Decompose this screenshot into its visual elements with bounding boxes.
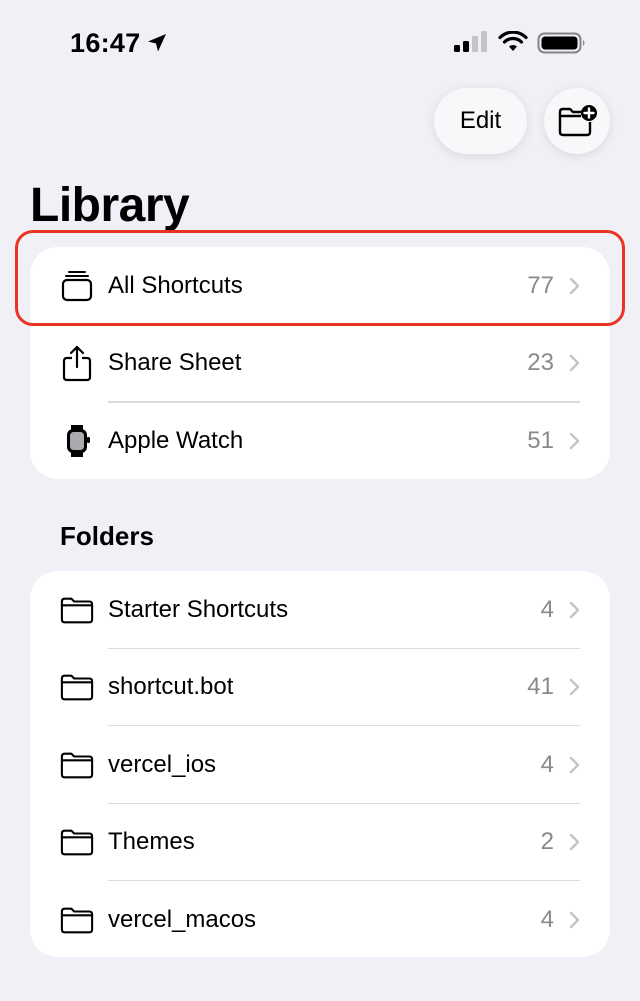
row-label: shortcut.bot (108, 673, 234, 701)
status-time: 16:47 (70, 28, 141, 58)
row-count: 41 (527, 673, 554, 701)
battery-icon (537, 32, 585, 54)
cellular-signal-icon (454, 31, 487, 52)
row-label: vercel_macos (108, 905, 257, 933)
page-title: Library (30, 179, 190, 232)
row-count: 77 (527, 271, 554, 299)
row-label: All Shortcuts (108, 271, 243, 299)
folder-icon (60, 593, 94, 627)
folders-list: Starter Shortcuts 4 shortcut.bot 41 verc… (30, 571, 610, 957)
library-list: All Shortcuts 77 Share Sheet 23 Apple Wa… (30, 247, 610, 479)
chevron-right-icon (569, 834, 580, 851)
row-count: 4 (540, 750, 554, 778)
folder-icon (60, 825, 94, 859)
row-count: 23 (527, 349, 554, 377)
watch-icon (60, 424, 94, 458)
chevron-right-icon (569, 432, 580, 449)
chevron-right-icon (569, 277, 580, 294)
chevron-right-icon (569, 911, 580, 928)
stack-icon (60, 269, 94, 303)
chevron-right-icon (569, 355, 580, 372)
row-label: Apple Watch (108, 426, 244, 454)
folder-row-starter-shortcuts[interactable]: Starter Shortcuts 4 (30, 571, 610, 649)
library-row-apple-watch[interactable]: Apple Watch 51 (30, 402, 610, 480)
library-screen: 16:47 Edit Library All Shortcuts 77 Shar… (0, 0, 640, 1001)
chevron-right-icon (569, 756, 580, 773)
folder-row-vercel-macos[interactable]: vercel_macos 4 (30, 881, 610, 959)
new-folder-button[interactable] (544, 88, 610, 154)
folders-header: Folders (60, 521, 154, 551)
row-count: 51 (527, 426, 554, 454)
row-count: 4 (540, 905, 554, 933)
folder-icon (60, 748, 94, 782)
folder-plus-icon (558, 105, 597, 137)
row-label: Themes (108, 828, 195, 856)
folder-icon (60, 903, 94, 937)
chevron-right-icon (569, 679, 580, 696)
folder-icon (60, 670, 94, 704)
folder-row-vercel-ios[interactable]: vercel_ios 4 (30, 726, 610, 804)
share-icon (60, 346, 94, 382)
row-count: 4 (540, 595, 554, 623)
row-divider (108, 402, 580, 403)
folder-row-themes[interactable]: Themes 2 (30, 804, 610, 881)
location-arrow-icon (148, 34, 166, 52)
row-label: vercel_ios (108, 750, 217, 778)
row-label: Share Sheet (108, 349, 242, 377)
folder-row-shortcut-bot[interactable]: shortcut.bot 41 (30, 649, 610, 726)
row-label: Starter Shortcuts (108, 595, 289, 623)
status-bar: 16:47 (0, 0, 640, 88)
row-count: 2 (540, 828, 554, 856)
library-row-share-sheet[interactable]: Share Sheet 23 (30, 325, 610, 402)
chevron-right-icon (569, 601, 580, 618)
wifi-icon (498, 31, 528, 51)
edit-button[interactable]: Edit (434, 88, 527, 154)
library-row-all-shortcuts[interactable]: All Shortcuts 77 (30, 247, 610, 325)
